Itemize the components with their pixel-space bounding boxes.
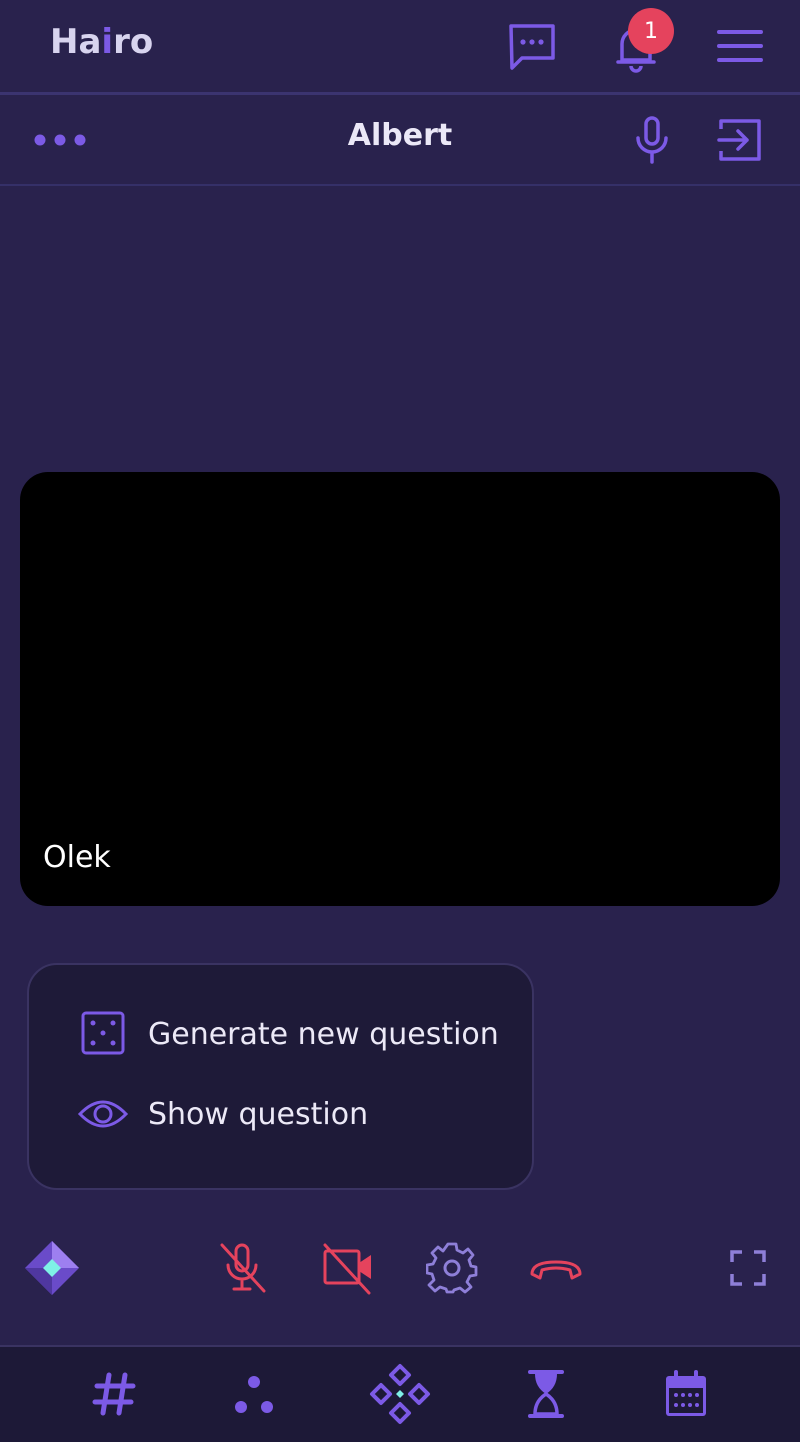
generate-question-item[interactable]: Generate new question	[78, 1006, 499, 1062]
hang-up-icon	[530, 1260, 582, 1280]
camera-off-icon	[323, 1243, 371, 1295]
hang-up-button[interactable]	[526, 1248, 586, 1288]
hashtag-icon	[92, 1372, 136, 1416]
gear-icon	[426, 1242, 478, 1294]
room-title: Albert	[347, 118, 453, 153]
settings-button[interactable]	[424, 1240, 480, 1296]
toggle-camera-button[interactable]	[320, 1240, 376, 1296]
chat-button[interactable]	[504, 18, 560, 74]
microphone-icon	[636, 116, 668, 164]
hourglass-icon	[528, 1370, 564, 1418]
toggle-mic-button[interactable]	[214, 1240, 270, 1296]
logo-accent: i	[101, 22, 114, 62]
diamond-cluster-icon	[370, 1364, 430, 1424]
logo-prefix: Ha	[50, 22, 102, 62]
nav-home[interactable]	[368, 1362, 432, 1426]
show-question-label: Show question	[148, 1096, 369, 1132]
menu-button[interactable]	[712, 20, 768, 72]
mic-button[interactable]	[630, 114, 674, 166]
generate-question-label: Generate new question	[148, 1016, 499, 1052]
show-question-item[interactable]: Show question	[78, 1086, 368, 1142]
nav-people[interactable]	[228, 1370, 280, 1418]
hairo-menu-button[interactable]	[22, 1238, 82, 1298]
video-tile[interactable]	[20, 472, 780, 906]
calendar-icon	[666, 1370, 706, 1416]
dice-icon	[81, 1011, 125, 1055]
diamond-logo-icon	[25, 1241, 79, 1295]
eye-icon	[78, 1100, 128, 1128]
dots-triangle-icon	[235, 1376, 273, 1413]
mic-off-icon	[220, 1243, 266, 1293]
nav-calendar[interactable]	[660, 1368, 712, 1420]
leave-room-button[interactable]	[716, 116, 764, 164]
nav-history[interactable]	[522, 1368, 570, 1420]
logo-suffix: ro	[113, 22, 154, 62]
notification-badge: 1	[628, 8, 674, 54]
hamburger-icon	[717, 30, 763, 62]
chat-icon	[509, 24, 555, 70]
app-logo[interactable]: Hairo	[50, 22, 153, 62]
question-menu	[27, 963, 534, 1190]
exit-icon	[717, 119, 761, 161]
fullscreen-icon	[730, 1250, 766, 1286]
participant-name: Olek	[43, 840, 111, 875]
fullscreen-button[interactable]	[726, 1246, 770, 1290]
nav-channels[interactable]	[88, 1368, 140, 1420]
